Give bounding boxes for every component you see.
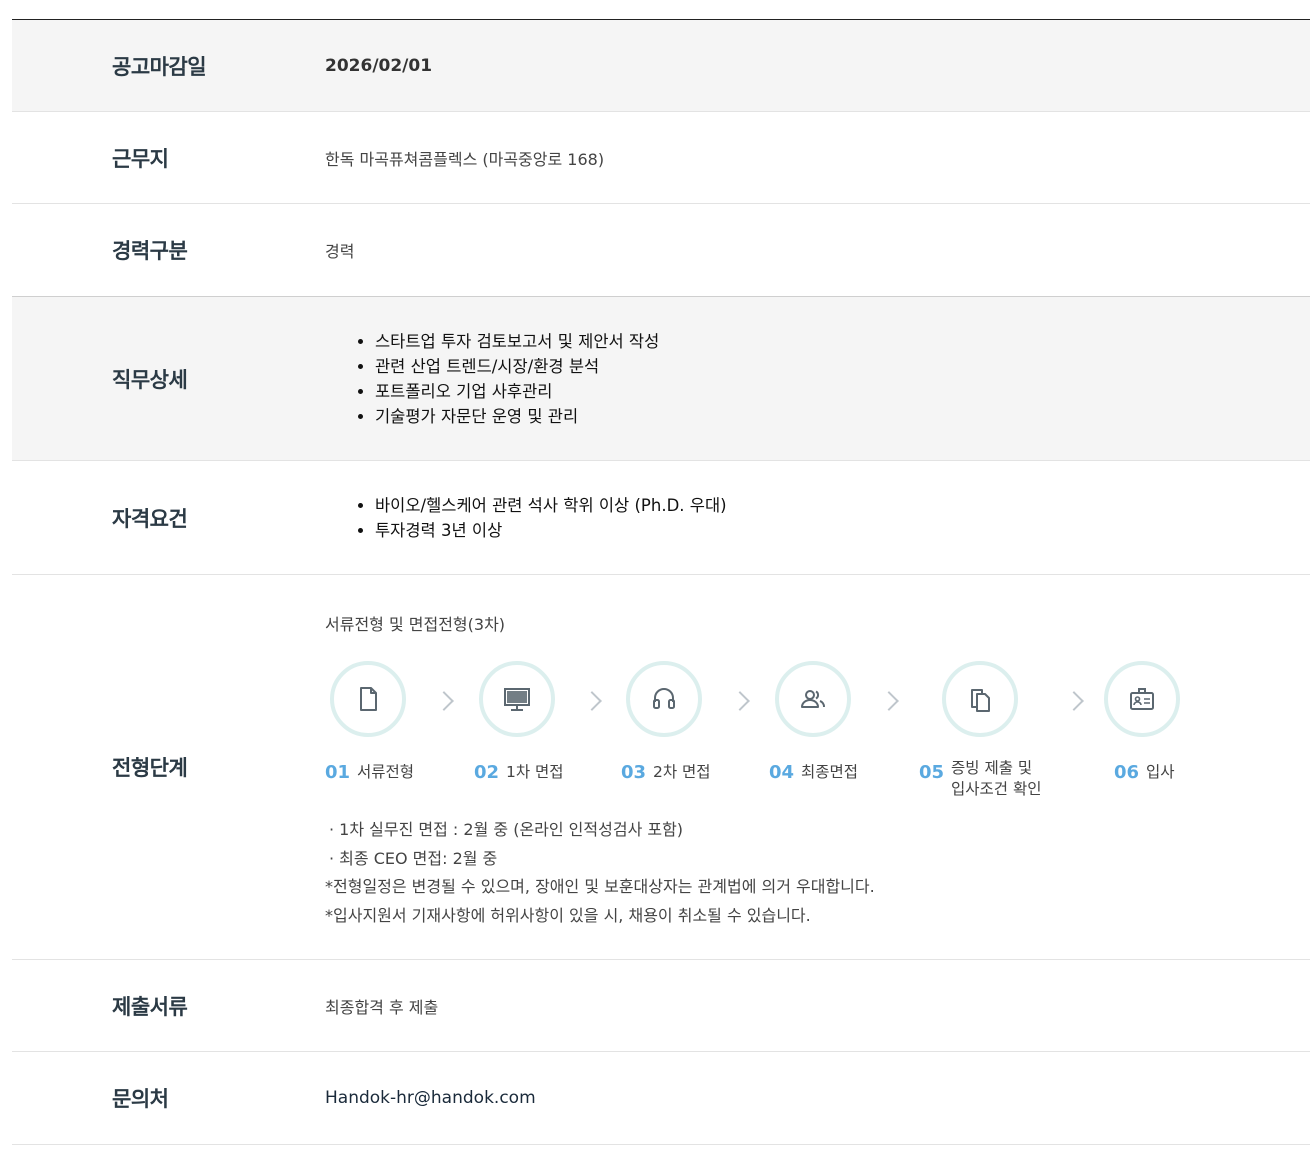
list-item: 관련 산업 트렌드/시장/환경 분석 xyxy=(375,354,659,379)
row-label: 근무지 xyxy=(112,146,169,171)
row-label: 직무상세 xyxy=(112,367,188,392)
note-line: *전형일정은 변경될 수 있으며, 장애인 및 보훈대상자는 관계법에 의거 우… xyxy=(325,877,875,896)
documents-value: 최종합격 후 제출 xyxy=(325,997,439,1017)
chevron-right-icon xyxy=(879,691,899,711)
row-label: 전형단계 xyxy=(112,756,188,780)
step-circle-06 xyxy=(1104,661,1180,737)
note-line: · 1차 실무진 면접 : 2월 중 (온라인 인적성검사 포함) xyxy=(329,820,684,839)
career-value: 경력 xyxy=(325,242,355,261)
step-number: 02 xyxy=(474,762,500,783)
step-circle-02 xyxy=(479,661,555,737)
id-badge-icon xyxy=(1130,688,1154,710)
step-label: 최종면접 xyxy=(801,763,859,781)
step-number: 03 xyxy=(621,762,647,783)
row-label: 경력구분 xyxy=(112,239,188,263)
step-label: 2차 면접 xyxy=(653,763,711,781)
step-label-line: 입사조건 확인 xyxy=(951,780,1042,798)
headset-icon xyxy=(653,688,675,709)
step-number: 01 xyxy=(325,762,351,783)
list-item: 기술평가 자문단 운영 및 관리 xyxy=(375,404,659,429)
job-detail-table: 공고마감일 2026/02/01 근무지 한독 마곡퓨쳐콤플렉스 (마곡중앙로 … xyxy=(12,19,1310,1145)
row-contact: 문의처 Handok-hr@handok.com xyxy=(12,1052,1310,1145)
list-item: 포트폴리오 기업 사후관리 xyxy=(375,379,659,404)
location-value: 한독 마곡퓨쳐콤플렉스 (마곡중앙로 168) xyxy=(325,149,605,169)
list-item: 스타트업 투자 검토보고서 및 제안서 작성 xyxy=(375,329,659,354)
row-duties: 직무상세 스타트업 투자 검토보고서 및 제안서 작성 관련 산업 트렌드/시장… xyxy=(12,297,1310,461)
chevron-right-icon xyxy=(434,691,454,711)
note-line: *입사지원서 기재사항에 허위사항이 있을 시, 채용이 취소될 수 있습니다. xyxy=(325,905,811,925)
people-icon xyxy=(801,690,825,708)
step-label-line: 증빙 제출 및 xyxy=(951,759,1033,777)
row-location: 근무지 한독 마곡퓨쳐콤플렉스 (마곡중앙로 168) xyxy=(12,112,1310,204)
process-title: 서류전형 및 면접전형(3차) xyxy=(325,615,506,634)
row-label: 문의처 xyxy=(112,1087,169,1111)
row-career: 경력구분 경력 xyxy=(12,204,1310,297)
chevron-right-icon xyxy=(730,691,750,711)
chevron-right-icon xyxy=(1064,691,1084,711)
duties-list: 스타트업 투자 검토보고서 및 제안서 작성 관련 산업 트렌드/시장/환경 분… xyxy=(330,329,659,429)
step-circle-03 xyxy=(626,661,702,737)
monitor-icon xyxy=(504,688,530,711)
row-label: 자격요건 xyxy=(112,506,188,531)
step-label: 서류전형 xyxy=(357,763,415,781)
note-line: · 최종 CEO 면접: 2월 중 xyxy=(329,848,498,868)
requirements-list: 바이오/헬스케어 관련 석사 학위 이상 (Ph.D. 우대) 투자경력 3년 … xyxy=(330,493,727,543)
list-item: 바이오/헬스케어 관련 석사 학위 이상 (Ph.D. 우대) xyxy=(375,493,727,518)
document-icon xyxy=(360,687,377,711)
step-number: 06 xyxy=(1114,762,1140,783)
step-label: 입사 xyxy=(1146,763,1175,781)
process-notes: · 1차 실무진 면접 : 2월 중 (온라인 인적성검사 포함) · 최종 C… xyxy=(325,816,875,930)
step-circle-05 xyxy=(942,661,1018,737)
step-circle-01 xyxy=(330,661,406,737)
row-deadline: 공고마감일 2026/02/01 xyxy=(12,20,1310,112)
row-label: 제출서류 xyxy=(112,994,188,1019)
chevron-right-icon xyxy=(582,691,602,711)
step-label: 1차 면접 xyxy=(506,763,564,781)
row-requirements: 자격요건 바이오/헬스케어 관련 석사 학위 이상 (Ph.D. 우대) 투자경… xyxy=(12,461,1310,575)
step-circle-04 xyxy=(775,661,851,737)
step-label: 증빙 제출 및 입사조건 확인 xyxy=(951,758,1042,800)
row-label: 공고마감일 xyxy=(112,54,207,79)
step-number: 05 xyxy=(919,762,945,783)
copy-icon xyxy=(971,689,990,712)
row-process: 전형단계 서류전형 및 면접전형(3차) 01 서류전형 02 1차 면접 03… xyxy=(12,575,1310,960)
step-number: 04 xyxy=(769,762,795,783)
list-item: 투자경력 3년 이상 xyxy=(375,518,727,543)
contact-email[interactable]: Handok-hr@handok.com xyxy=(325,1088,536,1108)
deadline-value: 2026/02/01 xyxy=(325,55,433,76)
row-documents: 제출서류 최종합격 후 제출 xyxy=(12,960,1310,1052)
